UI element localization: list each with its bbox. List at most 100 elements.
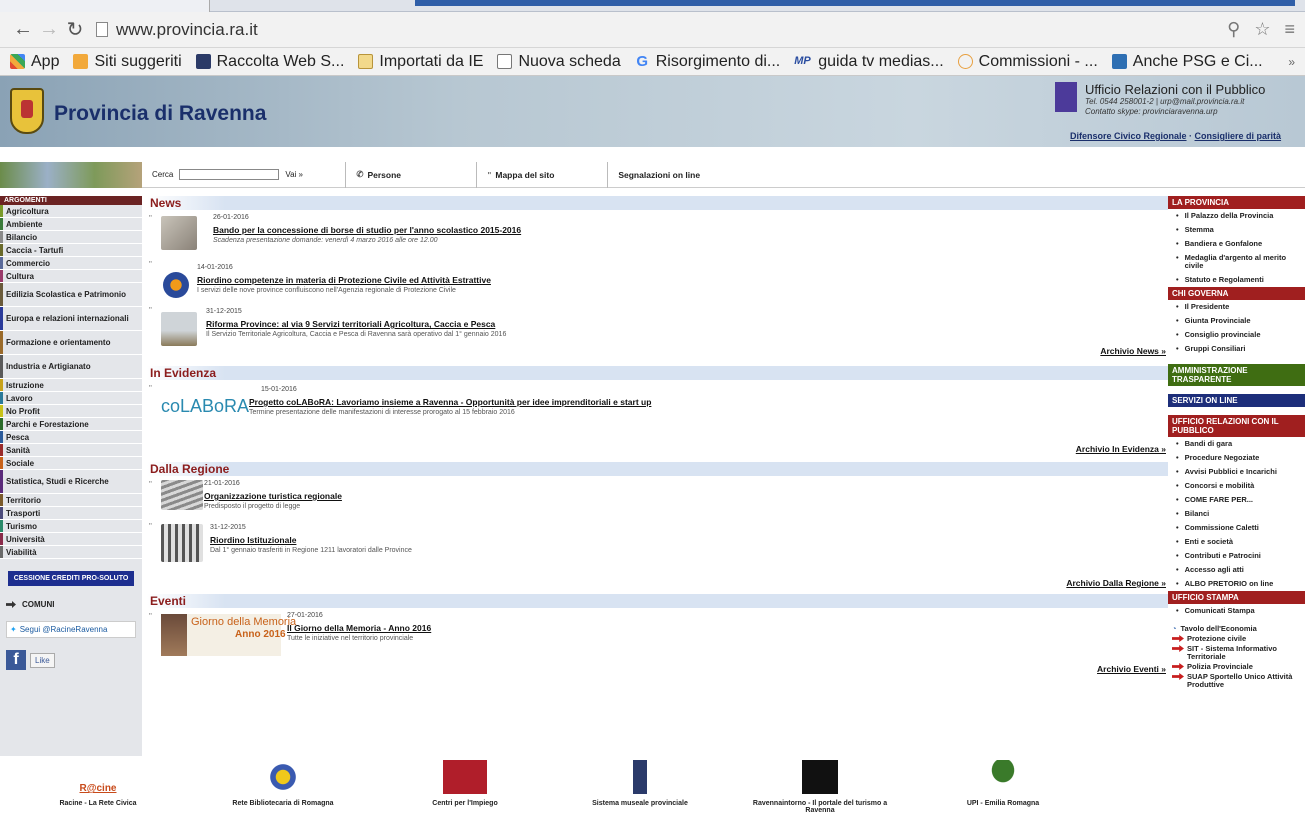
rc-list-item[interactable]: • Accesso agli atti bbox=[1168, 563, 1305, 577]
news-title[interactable]: Il Giorno della Memoria - Anno 2016 bbox=[287, 623, 431, 633]
sidebar-item[interactable]: Ambiente bbox=[0, 218, 142, 231]
archivio-eventi-link[interactable]: Archivio Eventi » bbox=[147, 664, 1168, 674]
rc-list-item[interactable]: • Statuto e Regolamenti bbox=[1168, 273, 1305, 287]
forward-arrow-icon[interactable]: → bbox=[36, 17, 62, 43]
url-field[interactable]: www.provincia.ra.it bbox=[96, 20, 1227, 40]
rc-list-item[interactable]: • Consiglio provinciale bbox=[1168, 328, 1305, 342]
sidebar-item[interactable]: Statistica, Studi e Ricerche bbox=[0, 470, 142, 494]
news-thumbnail[interactable] bbox=[161, 312, 197, 346]
sidebar-item[interactable]: Bilancio bbox=[0, 231, 142, 244]
news-title[interactable]: Progetto coLABoRA: Lavoriamo insieme a R… bbox=[249, 397, 651, 407]
site-title[interactable]: Provincia di Ravenna bbox=[54, 102, 266, 126]
sidebar-item[interactable]: Università bbox=[0, 533, 142, 546]
rc-list-item[interactable]: • Concorsi e mobilità bbox=[1168, 479, 1305, 493]
rc-list-item[interactable]: • Il Palazzo della Provincia bbox=[1168, 209, 1305, 223]
bookmark-item[interactable]: Siti suggeriti bbox=[73, 53, 182, 71]
search-input[interactable] bbox=[179, 169, 280, 180]
sidebar-item[interactable]: Formazione e orientamento bbox=[0, 331, 142, 355]
back-arrow-icon[interactable]: ← bbox=[10, 17, 36, 43]
sidebar-item[interactable]: Turismo bbox=[0, 520, 142, 533]
bookmark-item[interactable]: Raccolta Web S... bbox=[195, 53, 344, 71]
bookmark-item[interactable]: MP guida tv medias... bbox=[794, 53, 943, 71]
footer-logo-biblioteche[interactable]: Rete Bibliotecaria di Romagna bbox=[228, 760, 338, 807]
news-thumbnail[interactable] bbox=[161, 524, 203, 562]
sidebar-item[interactable]: Caccia - Tartufi bbox=[0, 244, 142, 257]
bookmark-item[interactable]: App bbox=[10, 53, 59, 71]
sidebar-item[interactable]: Parchi e Forestazione bbox=[0, 418, 142, 431]
footer-logo-musei[interactable]: Sistema museale provinciale bbox=[590, 760, 690, 807]
facebook-icon[interactable]: f bbox=[6, 650, 26, 670]
rc-list-item[interactable]: • Comunicati Stampa bbox=[1168, 604, 1305, 618]
archivio-evidenza-link[interactable]: Archivio In Evidenza » bbox=[147, 444, 1168, 454]
mappa-link[interactable]: " Mappa del sito bbox=[487, 170, 597, 180]
sidebar-item[interactable]: Europa e relazioni internazionali bbox=[0, 307, 142, 331]
rc-service-link[interactable]: SIT - Sistema Informativo Territoriale bbox=[1168, 644, 1305, 662]
news-title[interactable]: Riordino Istituzionale bbox=[210, 535, 296, 545]
sidebar-item[interactable]: Trasporti bbox=[0, 507, 142, 520]
rc-list-item[interactable]: • Bandiera e Gonfalone bbox=[1168, 237, 1305, 251]
sidebar-item[interactable]: Viabilità bbox=[0, 546, 142, 559]
sidebar-item[interactable]: Pesca bbox=[0, 431, 142, 444]
rc-list-item[interactable]: • Enti e società bbox=[1168, 535, 1305, 549]
bookmark-item[interactable]: G Risorgimento di... bbox=[635, 53, 780, 71]
rc-list-item[interactable]: • Giunta Provinciale bbox=[1168, 314, 1305, 328]
sidebar-item[interactable]: Agricoltura bbox=[0, 205, 142, 218]
facebook-like-button[interactable]: Like bbox=[30, 652, 55, 668]
twitter-follow-button[interactable]: ✦ Segui @RacineRavenna bbox=[6, 621, 136, 638]
news-thumbnail[interactable] bbox=[161, 216, 197, 250]
footer-logo-ravennaintorno[interactable]: Ravennaintorno - Il portale del turismo … bbox=[740, 760, 900, 814]
rc-list-item[interactable]: • ALBO PRETORIO on line bbox=[1168, 577, 1305, 591]
tavolo-economia-link[interactable]: ◔ Tavolo dell'Economia bbox=[1168, 624, 1305, 634]
sidebar-item[interactable]: Lavoro bbox=[0, 392, 142, 405]
rc-list-item[interactable]: • Gruppi Consiliari bbox=[1168, 342, 1305, 356]
search-go-button[interactable]: Vai » bbox=[285, 170, 335, 179]
reload-icon[interactable]: ↻ bbox=[62, 17, 88, 43]
sidebar-item[interactable]: Commercio bbox=[0, 257, 142, 270]
footer-logo-impiego[interactable]: Centri per l'Impiego bbox=[420, 760, 510, 807]
urp-tel[interactable]: Tel. 0544 258001-2 | urp@mail.provincia.… bbox=[1085, 97, 1244, 106]
sidebar-item[interactable]: Sociale bbox=[0, 457, 142, 470]
bookmark-item[interactable]: Commissioni - ... bbox=[957, 53, 1098, 71]
sidebar-item[interactable]: Sanità bbox=[0, 444, 142, 457]
servizi-online-link[interactable]: SERVIZI ON LINE bbox=[1168, 394, 1305, 407]
rc-service-link[interactable]: Protezione civile bbox=[1168, 634, 1305, 644]
footer-logo-upi[interactable]: UPI - Emilia Romagna bbox=[958, 760, 1048, 807]
sidebar-item[interactable]: No Profit bbox=[0, 405, 142, 418]
rc-list-item[interactable]: • Bandi di gara bbox=[1168, 437, 1305, 451]
menu-icon[interactable]: ≡ bbox=[1284, 19, 1295, 40]
rc-list-item[interactable]: • Il Presidente bbox=[1168, 300, 1305, 314]
persone-link[interactable]: ✆ Persone bbox=[356, 169, 466, 180]
rc-list-item[interactable]: • Bilanci bbox=[1168, 507, 1305, 521]
bookmark-item[interactable]: Nuova scheda bbox=[497, 53, 621, 71]
star-icon[interactable]: ☆ bbox=[1254, 19, 1270, 40]
sidebar-item[interactable]: Cultura bbox=[0, 270, 142, 283]
news-title[interactable]: Riforma Province: al via 9 Servizi terri… bbox=[206, 319, 495, 329]
news-title[interactable]: Bando per la concessione di borse di stu… bbox=[213, 225, 521, 235]
cessione-crediti-button[interactable]: CESSIONE CREDITI PRO-SOLUTO bbox=[8, 571, 134, 586]
link-difensore-civico[interactable]: Difensore Civico Regionale bbox=[1070, 131, 1187, 141]
bookmarks-overflow-button[interactable]: » bbox=[1288, 55, 1295, 69]
sidebar-item[interactable]: Istruzione bbox=[0, 379, 142, 392]
news-thumbnail[interactable] bbox=[163, 272, 189, 298]
archivio-regione-link[interactable]: Archivio Dalla Regione » bbox=[147, 578, 1168, 588]
giorno-memoria-banner[interactable]: Giorno della Memoria Anno 2016 bbox=[161, 614, 296, 656]
rc-service-link[interactable]: SUAP Sportello Unico Attività Produttive bbox=[1168, 672, 1305, 690]
rc-service-link[interactable]: Polizia Provinciale bbox=[1168, 662, 1305, 672]
rc-list-item[interactable]: • Contributi e Patrocini bbox=[1168, 549, 1305, 563]
colabora-logo[interactable]: coLABoRA bbox=[161, 396, 249, 417]
rc-list-item[interactable]: • Commissione Caletti bbox=[1168, 521, 1305, 535]
news-title[interactable]: Organizzazione turistica regionale bbox=[204, 491, 342, 501]
footer-logo-racine[interactable]: R@cine Racine - La Rete Civica bbox=[58, 760, 138, 807]
rc-list-item[interactable]: • Stemma bbox=[1168, 223, 1305, 237]
bookmark-item[interactable]: Anche PSG e Ci... bbox=[1111, 53, 1263, 71]
zoom-icon[interactable]: ⚲ bbox=[1227, 19, 1240, 40]
sidebar-item[interactable]: Edilizia Scolastica e Patrimonio bbox=[0, 283, 142, 307]
browser-tab[interactable] bbox=[0, 0, 210, 12]
rc-list-item[interactable]: • Medaglia d'argento al merito civile bbox=[1168, 251, 1305, 273]
bookmark-item[interactable]: Importati da IE bbox=[358, 53, 483, 71]
segnalazioni-link[interactable]: Segnalazioni on line bbox=[618, 170, 788, 180]
news-title[interactable]: Riordino competenze in materia di Protez… bbox=[197, 275, 491, 285]
rc-list-item[interactable]: • Procedure Negoziate bbox=[1168, 451, 1305, 465]
sidebar-item[interactable]: Industria e Artigianato bbox=[0, 355, 142, 379]
link-consigliere-parita[interactable]: Consigliere di parità bbox=[1195, 131, 1282, 141]
